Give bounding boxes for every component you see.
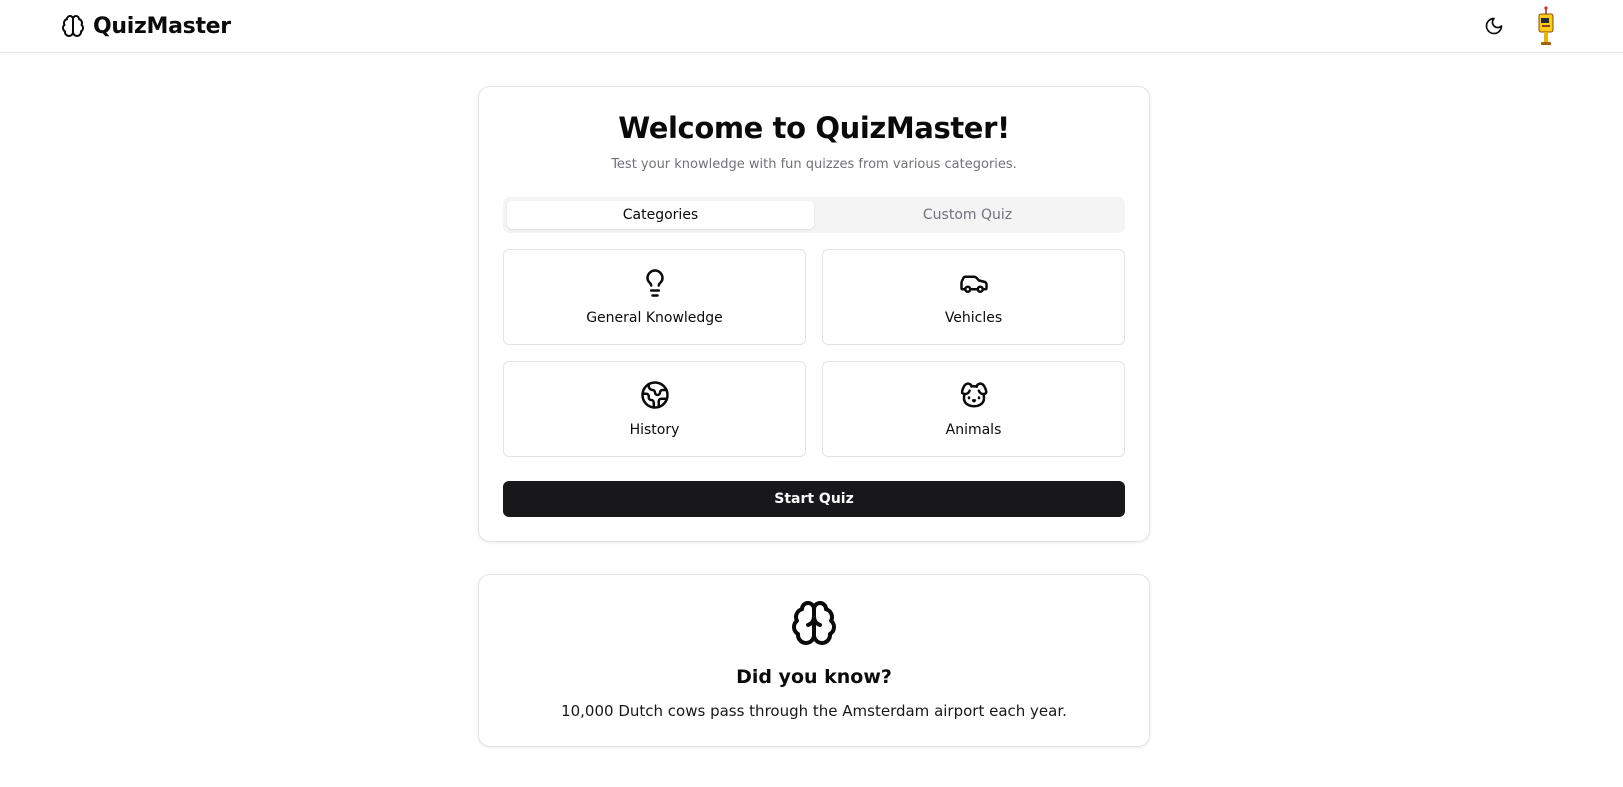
top-navbar: QuizMaster — [0, 0, 1623, 53]
dog-icon — [823, 380, 1124, 410]
category-animals[interactable]: Animals — [822, 361, 1125, 457]
brain-icon — [61, 14, 85, 38]
category-label: Vehicles — [944, 310, 1003, 326]
tab-categories[interactable]: Categories — [507, 201, 814, 229]
page-subtitle: Test your knowledge with fun quizzes fro… — [611, 157, 1017, 172]
category-label: Animals — [945, 422, 1002, 438]
category-history[interactable]: History — [503, 361, 806, 457]
quiz-card: Welcome to QuizMaster! Test your knowled… — [478, 86, 1150, 542]
fact-card: Did you know? 10,000 Dutch cows pass thr… — [478, 574, 1150, 747]
page-title: Welcome to QuizMaster! — [618, 111, 1010, 145]
avatar[interactable] — [1535, 6, 1557, 46]
fact-text: 10,000 Dutch cows pass through the Amste… — [561, 702, 1067, 720]
category-label: History — [629, 422, 680, 438]
brain-icon — [479, 599, 1149, 647]
car-icon — [823, 268, 1124, 298]
tab-custom-quiz[interactable]: Custom Quiz — [814, 201, 1121, 229]
globe-icon — [504, 380, 805, 410]
avatar-icon — [1535, 6, 1557, 46]
brand[interactable]: QuizMaster — [61, 13, 231, 39]
tab-list: Categories Custom Quiz — [503, 197, 1125, 233]
lightbulb-icon — [504, 268, 805, 298]
category-vehicles[interactable]: Vehicles — [822, 249, 1125, 345]
moon-icon — [1484, 16, 1504, 36]
theme-toggle-button[interactable] — [1480, 12, 1508, 40]
brand-name: QuizMaster — [93, 13, 231, 39]
category-general-knowledge[interactable]: General Knowledge — [503, 249, 806, 345]
start-quiz-button[interactable]: Start Quiz — [503, 481, 1125, 517]
category-label: General Knowledge — [586, 310, 723, 326]
fact-title: Did you know? — [736, 666, 892, 688]
